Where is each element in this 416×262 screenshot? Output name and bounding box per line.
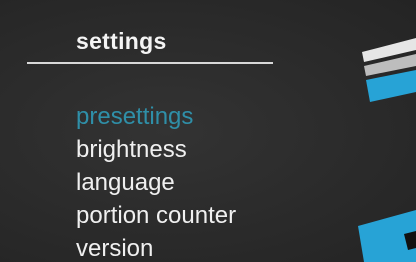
settings-screen: settings presettings brightness language… bbox=[0, 0, 416, 262]
menu-item-language[interactable]: language bbox=[76, 166, 236, 199]
decorative-stripes-top bbox=[362, 38, 416, 102]
settings-menu: presettings brightness language portion … bbox=[76, 100, 236, 262]
title-underline bbox=[27, 62, 273, 64]
menu-item-version[interactable]: version bbox=[76, 232, 236, 262]
page-title: settings bbox=[76, 28, 167, 54]
menu-item-presettings[interactable]: presettings bbox=[76, 100, 236, 133]
menu-item-brightness[interactable]: brightness bbox=[76, 133, 236, 166]
decorative-shape-bottom bbox=[358, 210, 416, 262]
menu-item-portion-counter[interactable]: portion counter bbox=[76, 199, 236, 232]
